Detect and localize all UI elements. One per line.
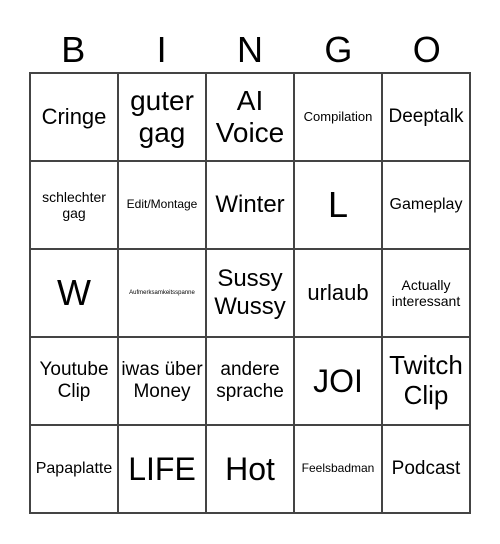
bingo-cell[interactable]: AI Voice <box>206 73 294 161</box>
bingo-cell[interactable]: andere sprache <box>206 337 294 425</box>
bingo-cell[interactable]: Gameplay <box>382 161 470 249</box>
bingo-cell[interactable]: Twitch Clip <box>382 337 470 425</box>
bingo-board: Cringe guter gag AI Voice Compilation De… <box>29 72 471 514</box>
bingo-header: B I N G O <box>29 28 471 72</box>
bingo-cell[interactable]: Compilation <box>294 73 382 161</box>
header-letter-i: I <box>156 29 167 70</box>
bingo-cell[interactable]: JOI <box>294 337 382 425</box>
bingo-cell[interactable]: Podcast <box>382 425 470 513</box>
header-letter-g: G <box>324 29 353 70</box>
bingo-cell[interactable]: iwas über Money <box>118 337 206 425</box>
bingo-cell[interactable]: Papaplatte <box>30 425 118 513</box>
bingo-cell[interactable]: Actually interessant <box>382 249 470 337</box>
header-letter-o: O <box>412 29 441 70</box>
bingo-cell[interactable]: Aufmerksamkeitsspanne <box>118 249 206 337</box>
header-letter-n: N <box>236 29 263 70</box>
bingo-cell[interactable]: Winter <box>206 161 294 249</box>
bingo-cell[interactable]: L <box>294 161 382 249</box>
bingo-cell[interactable]: Deeptalk <box>382 73 470 161</box>
bingo-cell[interactable]: guter gag <box>118 73 206 161</box>
bingo-cell[interactable]: Edit/Montage <box>118 161 206 249</box>
bingo-cell[interactable]: urlaub <box>294 249 382 337</box>
bingo-cell[interactable]: Youtube Clip <box>30 337 118 425</box>
bingo-cell[interactable]: Sussy Wussy <box>206 249 294 337</box>
bingo-cell[interactable]: Cringe <box>30 73 118 161</box>
bingo-cell[interactable]: schlechter gag <box>30 161 118 249</box>
bingo-cell[interactable]: W <box>30 249 118 337</box>
bingo-cell[interactable]: LIFE <box>118 425 206 513</box>
header-letter-b: B <box>61 29 86 70</box>
bingo-cell[interactable]: Hot <box>206 425 294 513</box>
bingo-cell[interactable]: Feelsbadman <box>294 425 382 513</box>
